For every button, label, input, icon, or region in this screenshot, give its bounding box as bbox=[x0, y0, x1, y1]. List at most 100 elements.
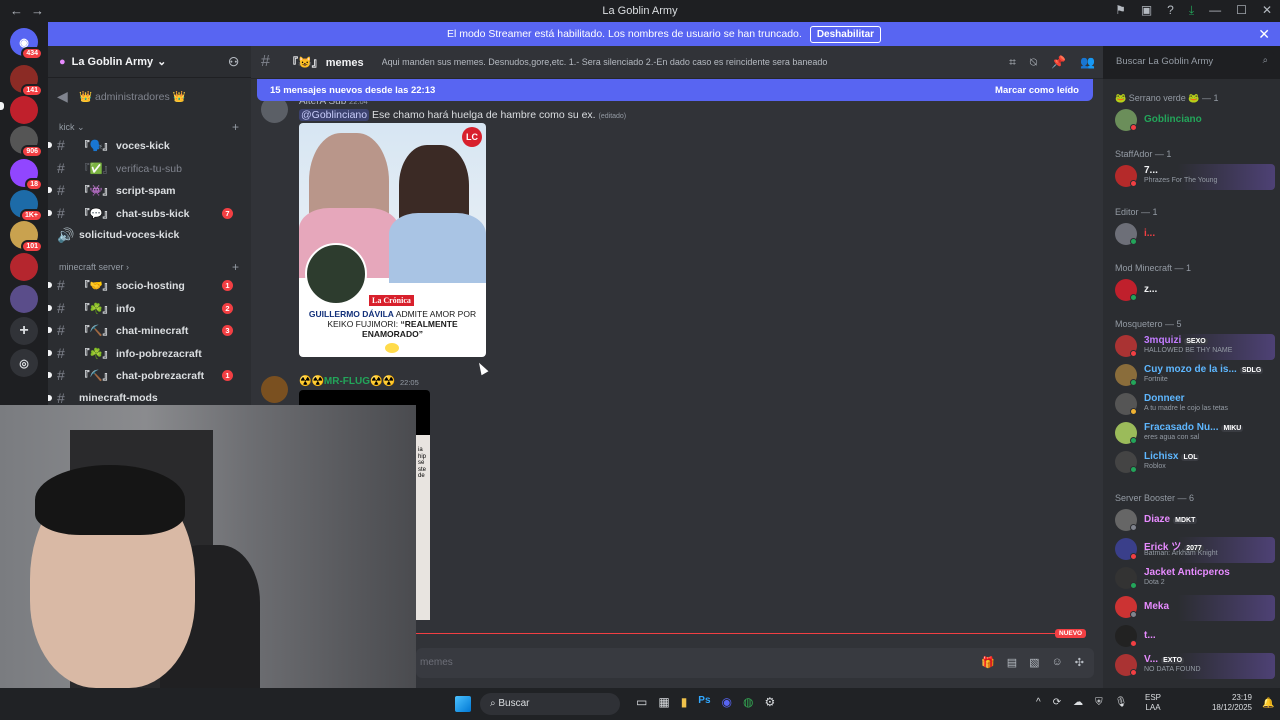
channel-voces-kick[interactable]: # 『🗣️』 voces-kick bbox=[48, 135, 243, 155]
search-input[interactable]: Buscar La Goblin Army ⌕ bbox=[1110, 52, 1274, 72]
download-icon[interactable]: ⤓ bbox=[1189, 3, 1194, 18]
mic-icon[interactable]: 🎙 bbox=[1115, 697, 1128, 708]
member-activity: Batman: Arkham Knight bbox=[1144, 550, 1218, 557]
gift-icon[interactable]: 🎁 bbox=[981, 656, 995, 669]
banner-text: El modo Streamer está habilitado. Los no… bbox=[446, 28, 802, 40]
mark-read-button[interactable]: Marcar como leído bbox=[995, 85, 1079, 96]
discover-icon[interactable]: ◎ bbox=[10, 349, 38, 377]
role-header: StaffAdor — 1 bbox=[1115, 149, 1172, 159]
minimize-button[interactable]: — bbox=[1209, 3, 1221, 18]
server-icon[interactable]: 1K+ bbox=[10, 190, 43, 222]
member-item[interactable]: t... bbox=[1113, 624, 1275, 650]
message-input[interactable]: memes 🎁 ▤ ▧ ☺ ✣ bbox=[416, 648, 1094, 678]
member-item[interactable]: V... EXTO NO DATA FOUND bbox=[1113, 653, 1275, 679]
category-kick[interactable]: kick ⌄ + bbox=[59, 120, 239, 134]
avatar[interactable] bbox=[261, 376, 288, 403]
language-indicator[interactable]: ESP LAA bbox=[1145, 693, 1161, 714]
pin-icon[interactable]: 📌 bbox=[1051, 55, 1066, 70]
member-item[interactable]: 3mquizi SEXO HALLOWED BE THY NAME bbox=[1113, 334, 1275, 360]
channel-script-spam[interactable]: # 『👾』 script-spam bbox=[48, 180, 243, 200]
cloud-icon[interactable]: ☁ bbox=[1073, 697, 1083, 708]
server-icon[interactable]: 906 bbox=[10, 126, 43, 158]
threads-icon[interactable]: ⌗ bbox=[1009, 55, 1016, 70]
member-item[interactable]: Erick ツ 2077 Batman: Arkham Knight bbox=[1113, 537, 1275, 563]
folder-icon[interactable]: ▮ bbox=[681, 695, 688, 709]
member-item[interactable]: 7... Phrazes For The Young bbox=[1113, 164, 1275, 190]
attached-image[interactable]: LC La Crónica GUILLERMO DÁVILA ADMITE AM… bbox=[299, 123, 486, 357]
category-minecraft[interactable]: minecraft server › + bbox=[59, 260, 239, 274]
task-view-icon[interactable]: ▭ bbox=[636, 695, 647, 709]
gif-icon[interactable]: ▤ bbox=[1007, 656, 1017, 669]
channel-info-pobrezacraft[interactable]: # 『☘️』 info-pobrezacraft bbox=[48, 343, 243, 363]
member-item[interactable]: Fracasado Nu... MIKU eres agua con sal bbox=[1113, 421, 1275, 447]
member-activity: Dota 2 bbox=[1144, 579, 1165, 586]
maximize-button[interactable]: ☐ bbox=[1236, 3, 1247, 18]
chevron-up-icon[interactable]: ^ bbox=[1036, 697, 1041, 708]
bell-muted-icon[interactable]: ⍉ bbox=[1030, 55, 1037, 70]
channel-administradores[interactable]: ◀ 👑 administradores 👑 bbox=[57, 86, 243, 106]
member-item[interactable]: Lichisx LOL Roblox bbox=[1113, 450, 1275, 476]
channel-chat-pobrezacraft[interactable]: # 『⛏️』 chat-pobrezacraft 1 bbox=[48, 365, 243, 385]
close-button[interactable]: ✕ bbox=[1262, 3, 1272, 18]
members-icon[interactable]: 👥 bbox=[1080, 55, 1095, 70]
tray-icon[interactable]: ⟳ bbox=[1053, 697, 1061, 708]
channel-solicitud-voces-kick[interactable]: 🔊 solicitud-voces-kick bbox=[57, 225, 243, 245]
app-icon[interactable]: ⚙ bbox=[765, 695, 776, 709]
channel-verifica-tu-sub[interactable]: # 『✅』 verifica-tu-sub bbox=[57, 158, 243, 178]
member-item[interactable]: Donneer A tu madre le cojo las tetas bbox=[1113, 392, 1275, 418]
channel-info[interactable]: # 『☘️』 info 2 bbox=[48, 298, 243, 318]
close-icon[interactable]: ✕ bbox=[1258, 26, 1270, 43]
shield-icon[interactable]: ⛨ bbox=[1095, 697, 1103, 708]
channel-chat-subs-kick[interactable]: # 『💬』 chat-subs-kick 7 bbox=[48, 203, 243, 223]
emoji-icon[interactable]: ☺ bbox=[1052, 656, 1063, 669]
member-item[interactable]: z... bbox=[1113, 278, 1275, 304]
photoshop-icon[interactable]: Ps bbox=[698, 695, 710, 709]
message-body: Ese chamo hará huelga de hambre como su … bbox=[372, 109, 596, 121]
search-icon: ⌕ bbox=[1262, 55, 1268, 66]
channel-topic[interactable]: Aqui manden sus memes. Desnudos,gore,etc… bbox=[382, 57, 992, 67]
add-server-icon[interactable]: + bbox=[10, 317, 38, 345]
add-user-icon[interactable]: ⚇ bbox=[228, 55, 239, 69]
channel-chat-minecraft[interactable]: # 『⛏️』 chat-minecraft 3 bbox=[48, 320, 243, 340]
server-badge: 434 bbox=[21, 47, 43, 60]
status-icon bbox=[1130, 553, 1137, 560]
member-item[interactable]: Meka bbox=[1113, 595, 1275, 621]
server-icon[interactable]: 101 bbox=[10, 221, 43, 253]
server-icon[interactable] bbox=[10, 96, 38, 124]
taskbar-search[interactable]: ⌕ Buscar bbox=[480, 693, 620, 715]
new-messages-bar[interactable]: 15 mensajes nuevos desde las 22:13 Marca… bbox=[257, 79, 1093, 101]
member-item[interactable]: i... bbox=[1113, 222, 1275, 248]
help-icon[interactable]: ? bbox=[1167, 3, 1174, 18]
server-icon[interactable] bbox=[10, 253, 38, 281]
server-header[interactable]: ● La Goblin Army ⌄ ⚇ bbox=[48, 46, 251, 78]
windows-start-icon[interactable] bbox=[455, 696, 471, 712]
discord-icon[interactable]: ◉ bbox=[722, 695, 732, 709]
hashtag-icon: # bbox=[57, 160, 65, 176]
webcam-overlay bbox=[0, 405, 416, 688]
server-icon[interactable]: 18 bbox=[10, 159, 43, 191]
apps-icon[interactable]: ✣ bbox=[1075, 656, 1084, 669]
server-name: La Goblin Army bbox=[71, 55, 154, 68]
member-item[interactable]: Goblinciano bbox=[1113, 108, 1275, 134]
chrome-icon[interactable]: ◍ bbox=[743, 695, 753, 709]
home-button[interactable]: ◉ 434 bbox=[10, 28, 43, 60]
member-item[interactable]: Diaze MDKT bbox=[1113, 508, 1275, 534]
member-name: Donneer bbox=[1144, 393, 1185, 404]
flag-icon[interactable]: ⚑ bbox=[1115, 3, 1126, 18]
app-icon[interactable]: ▦ bbox=[658, 695, 669, 709]
clock[interactable]: 23:19 18/12/2025 bbox=[1206, 693, 1252, 714]
member-item[interactable]: Cuy mozo de la is... SDLG Fortnite bbox=[1113, 363, 1275, 389]
sticker-icon[interactable]: ▧ bbox=[1029, 656, 1039, 669]
add-channel-icon[interactable]: + bbox=[232, 120, 239, 134]
member-item[interactable]: Jacket Anticperos Dota 2 bbox=[1113, 566, 1275, 592]
add-channel-icon[interactable]: + bbox=[232, 260, 239, 274]
mention[interactable]: @Goblinciano bbox=[299, 109, 370, 121]
role-header: Mosquetero — 5 bbox=[1115, 319, 1182, 329]
author-name[interactable]: ☢️☢️MR-FLUG☢️☢️ bbox=[299, 376, 395, 387]
disable-button[interactable]: Deshabilitar bbox=[809, 25, 882, 43]
channel-socio-hosting[interactable]: # 『🤝』 socio-hosting 1 bbox=[48, 275, 243, 295]
inbox-icon[interactable]: ▣ bbox=[1141, 3, 1152, 18]
server-icon[interactable]: 141 bbox=[10, 65, 43, 97]
notification-icon[interactable]: 🔔 bbox=[1262, 698, 1274, 709]
server-icon[interactable] bbox=[10, 285, 38, 313]
